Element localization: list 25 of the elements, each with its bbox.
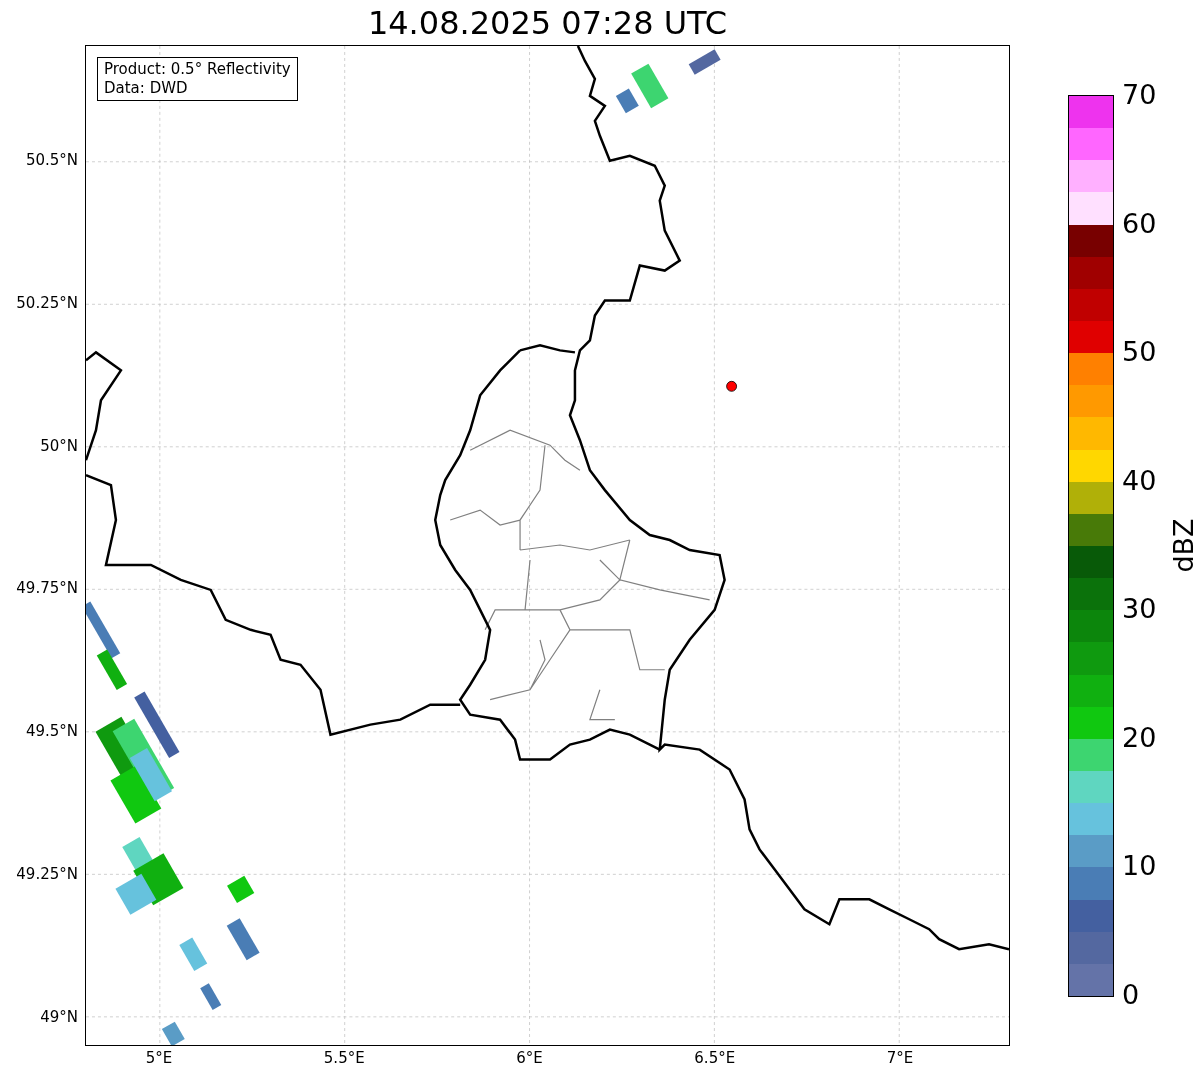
longitude-label: 5.5°E [322, 1051, 366, 1066]
latitude-label: 50°N [40, 438, 78, 454]
longitude-label: 6°E [515, 1051, 544, 1066]
longitude-label: 5°E [144, 1051, 174, 1066]
longitude-label: 7°E [885, 1051, 915, 1066]
colorbar-tick-label: 20 [1122, 723, 1157, 751]
colorbar-tick-label: 70 [1122, 81, 1157, 108]
colorbar-tick-label: 50 [1122, 338, 1157, 366]
latitude-label: 50.25°N [16, 295, 78, 311]
longitude-label: 6.5°E [693, 1051, 737, 1066]
colorbar-tick-label: 30 [1122, 595, 1157, 623]
radar-site-marker [726, 380, 737, 392]
latitude-label: 49°N [40, 1009, 78, 1025]
info-text: Product: 0.5° Reflectivity [104, 60, 291, 79]
colorbar-tick-label: 10 [1122, 852, 1157, 880]
colorbar-tick-label: 0 [1122, 981, 1140, 1008]
chart-title: 14.08.2025 07:28 UTC [367, 6, 728, 39]
latitude-label: 49.25°N [16, 867, 78, 882]
colorbar-tick-label: 40 [1122, 466, 1157, 494]
colorbar-tick-label: 60 [1122, 209, 1157, 237]
info-text: Data: DWD [104, 79, 189, 98]
latitude-label: 50.5°N [25, 153, 78, 168]
latitude-label: 49.75°N [16, 581, 78, 597]
colorbar-label: dBZ [1169, 518, 1197, 573]
latitude-label: 49.5°N [25, 724, 78, 740]
